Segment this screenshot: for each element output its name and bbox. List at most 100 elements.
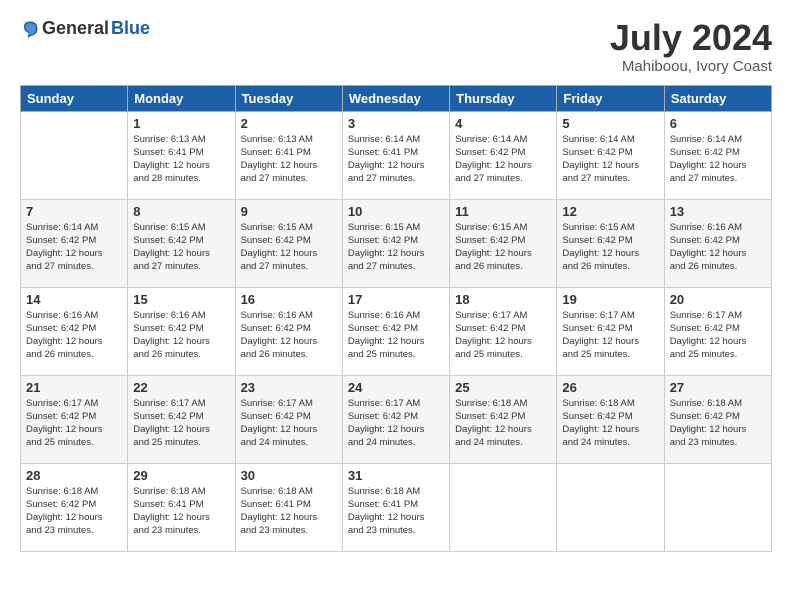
logo-blue: Blue [111, 18, 150, 39]
day-info: Sunrise: 6:15 AM Sunset: 6:42 PM Dayligh… [133, 221, 229, 274]
day-number: 8 [133, 204, 229, 219]
day-number: 9 [241, 204, 337, 219]
day-number: 30 [241, 468, 337, 483]
calendar-cell: 18 Sunrise: 6:17 AM Sunset: 6:42 PM Dayli… [450, 287, 557, 375]
day-number: 18 [455, 292, 551, 307]
calendar-cell: 6Sunrise: 6:14 AM Sunset: 6:42 PM Daylig… [664, 111, 771, 199]
day-info: Sunrise: 6:14 AM Sunset: 6:41 PM Dayligh… [348, 133, 444, 186]
calendar-header-sunday: Sunday [21, 85, 128, 111]
day-number: 14 [26, 292, 122, 307]
day-number: 25 [455, 380, 551, 395]
calendar-cell: 17 Sunrise: 6:16 AM Sunset: 6:42 PM Dayli… [342, 287, 449, 375]
day-info: Sunrise: 6:16 AM Sunset: 6:42 PM Dayligh… [348, 309, 444, 362]
calendar-cell: 27 Sunrise: 6:18 AM Sunset: 6:42 PM Dayli… [664, 375, 771, 463]
calendar-table: SundayMondayTuesdayWednesdayThursdayFrid… [20, 85, 772, 552]
calendar-cell: 15 Sunrise: 6:16 AM Sunset: 6:42 PM Dayli… [128, 287, 235, 375]
day-info: Sunrise: 6:17 AM Sunset: 6:42 PM Dayligh… [348, 397, 444, 450]
day-info: Sunrise: 6:14 AM Sunset: 6:42 PM Dayligh… [455, 133, 551, 186]
calendar-header-saturday: Saturday [664, 85, 771, 111]
day-info: Sunrise: 6:16 AM Sunset: 6:42 PM Dayligh… [241, 309, 337, 362]
day-number: 5 [562, 116, 658, 131]
title-area: July 2024 Mahiboou, Ivory Coast [610, 18, 772, 75]
day-number: 10 [348, 204, 444, 219]
day-number: 4 [455, 116, 551, 131]
calendar-cell: 4 Sunrise: 6:14 AM Sunset: 6:42 PM Daylig… [450, 111, 557, 199]
day-number: 19 [562, 292, 658, 307]
day-info: Sunrise: 6:18 AM Sunset: 6:42 PM Dayligh… [562, 397, 658, 450]
calendar-cell: 26 Sunrise: 6:18 AM Sunset: 6:42 PM Dayli… [557, 375, 664, 463]
calendar-cell: 28Sunrise: 6:18 AM Sunset: 6:42 PM Dayli… [21, 463, 128, 551]
calendar-week-5: 28Sunrise: 6:18 AM Sunset: 6:42 PM Dayli… [21, 463, 772, 551]
day-number: 2 [241, 116, 337, 131]
day-number: 3 [348, 116, 444, 131]
calendar-cell: 29 Sunrise: 6:18 AM Sunset: 6:41 PM Dayli… [128, 463, 235, 551]
day-number: 31 [348, 468, 444, 483]
day-number: 16 [241, 292, 337, 307]
day-info: Sunrise: 6:14 AM Sunset: 6:42 PM Dayligh… [26, 221, 122, 274]
day-info: Sunrise: 6:16 AM Sunset: 6:42 PM Dayligh… [670, 221, 766, 274]
day-info: Sunrise: 6:13 AM Sunset: 6:41 PM Dayligh… [241, 133, 337, 186]
day-number: 23 [241, 380, 337, 395]
calendar-cell: 22Sunrise: 6:17 AM Sunset: 6:42 PM Dayli… [128, 375, 235, 463]
calendar-cell: 11 Sunrise: 6:15 AM Sunset: 6:42 PM Dayli… [450, 199, 557, 287]
day-info: Sunrise: 6:13 AM Sunset: 6:41 PM Dayligh… [133, 133, 229, 186]
day-info: Sunrise: 6:15 AM Sunset: 6:42 PM Dayligh… [241, 221, 337, 274]
day-number: 12 [562, 204, 658, 219]
calendar-cell [450, 463, 557, 551]
day-info: Sunrise: 6:14 AM Sunset: 6:42 PM Dayligh… [562, 133, 658, 186]
day-number: 6 [670, 116, 766, 131]
calendar-cell [21, 111, 128, 199]
logo-icon [20, 19, 40, 39]
calendar-week-1: 1 Sunrise: 6:13 AM Sunset: 6:41 PM Daylig… [21, 111, 772, 199]
calendar-week-3: 14 Sunrise: 6:16 AM Sunset: 6:42 PM Dayli… [21, 287, 772, 375]
day-info: Sunrise: 6:18 AM Sunset: 6:41 PM Dayligh… [133, 485, 229, 538]
calendar-cell: 13 Sunrise: 6:16 AM Sunset: 6:42 PM Dayli… [664, 199, 771, 287]
calendar-cell: 12 Sunrise: 6:15 AM Sunset: 6:42 PM Dayli… [557, 199, 664, 287]
day-info: Sunrise: 6:17 AM Sunset: 6:42 PM Dayligh… [562, 309, 658, 362]
day-number: 29 [133, 468, 229, 483]
location-title: Mahiboou, Ivory Coast [610, 58, 772, 75]
calendar-cell: 31 Sunrise: 6:18 AM Sunset: 6:41 PM Dayli… [342, 463, 449, 551]
day-info: Sunrise: 6:17 AM Sunset: 6:42 PM Dayligh… [133, 397, 229, 450]
day-number: 24 [348, 380, 444, 395]
day-number: 26 [562, 380, 658, 395]
calendar-cell: 7 Sunrise: 6:14 AM Sunset: 6:42 PM Daylig… [21, 199, 128, 287]
day-number: 1 [133, 116, 229, 131]
day-info: Sunrise: 6:18 AM Sunset: 6:42 PM Dayligh… [670, 397, 766, 450]
calendar-cell: 8 Sunrise: 6:15 AM Sunset: 6:42 PM Daylig… [128, 199, 235, 287]
day-number: 7 [26, 204, 122, 219]
calendar-cell: 24 Sunrise: 6:17 AM Sunset: 6:42 PM Dayli… [342, 375, 449, 463]
calendar-cell: 14 Sunrise: 6:16 AM Sunset: 6:42 PM Dayli… [21, 287, 128, 375]
day-info: Sunrise: 6:15 AM Sunset: 6:42 PM Dayligh… [455, 221, 551, 274]
page: GeneralBlue July 2024 Mahiboou, Ivory Co… [0, 0, 792, 612]
calendar-cell: 10 Sunrise: 6:15 AM Sunset: 6:42 PM Dayli… [342, 199, 449, 287]
day-info: Sunrise: 6:17 AM Sunset: 6:42 PM Dayligh… [455, 309, 551, 362]
calendar-cell: 30 Sunrise: 6:18 AM Sunset: 6:41 PM Dayli… [235, 463, 342, 551]
calendar-cell: 21Sunrise: 6:17 AM Sunset: 6:42 PM Dayli… [21, 375, 128, 463]
day-info: Sunrise: 6:15 AM Sunset: 6:42 PM Dayligh… [562, 221, 658, 274]
day-info: Sunrise: 6:16 AM Sunset: 6:42 PM Dayligh… [133, 309, 229, 362]
calendar-cell: 23 Sunrise: 6:17 AM Sunset: 6:42 PM Dayli… [235, 375, 342, 463]
calendar-cell [557, 463, 664, 551]
day-info: Sunrise: 6:18 AM Sunset: 6:41 PM Dayligh… [241, 485, 337, 538]
day-number: 27 [670, 380, 766, 395]
calendar-cell: 25Sunrise: 6:18 AM Sunset: 6:42 PM Dayli… [450, 375, 557, 463]
calendar-cell: 19 Sunrise: 6:17 AM Sunset: 6:42 PM Dayli… [557, 287, 664, 375]
calendar-cell: 9 Sunrise: 6:15 AM Sunset: 6:42 PM Daylig… [235, 199, 342, 287]
day-number: 20 [670, 292, 766, 307]
day-info: Sunrise: 6:17 AM Sunset: 6:42 PM Dayligh… [670, 309, 766, 362]
logo-general: General [42, 18, 109, 39]
day-info: Sunrise: 6:17 AM Sunset: 6:42 PM Dayligh… [241, 397, 337, 450]
day-info: Sunrise: 6:18 AM Sunset: 6:41 PM Dayligh… [348, 485, 444, 538]
day-info: Sunrise: 6:17 AM Sunset: 6:42 PM Dayligh… [26, 397, 122, 450]
calendar-header-friday: Friday [557, 85, 664, 111]
day-number: 11 [455, 204, 551, 219]
calendar-cell: 1 Sunrise: 6:13 AM Sunset: 6:41 PM Daylig… [128, 111, 235, 199]
day-info: Sunrise: 6:16 AM Sunset: 6:42 PM Dayligh… [26, 309, 122, 362]
header: GeneralBlue July 2024 Mahiboou, Ivory Co… [20, 18, 772, 75]
calendar-header-row: SundayMondayTuesdayWednesdayThursdayFrid… [21, 85, 772, 111]
day-number: 15 [133, 292, 229, 307]
day-number: 13 [670, 204, 766, 219]
day-info: Sunrise: 6:15 AM Sunset: 6:42 PM Dayligh… [348, 221, 444, 274]
day-number: 17 [348, 292, 444, 307]
